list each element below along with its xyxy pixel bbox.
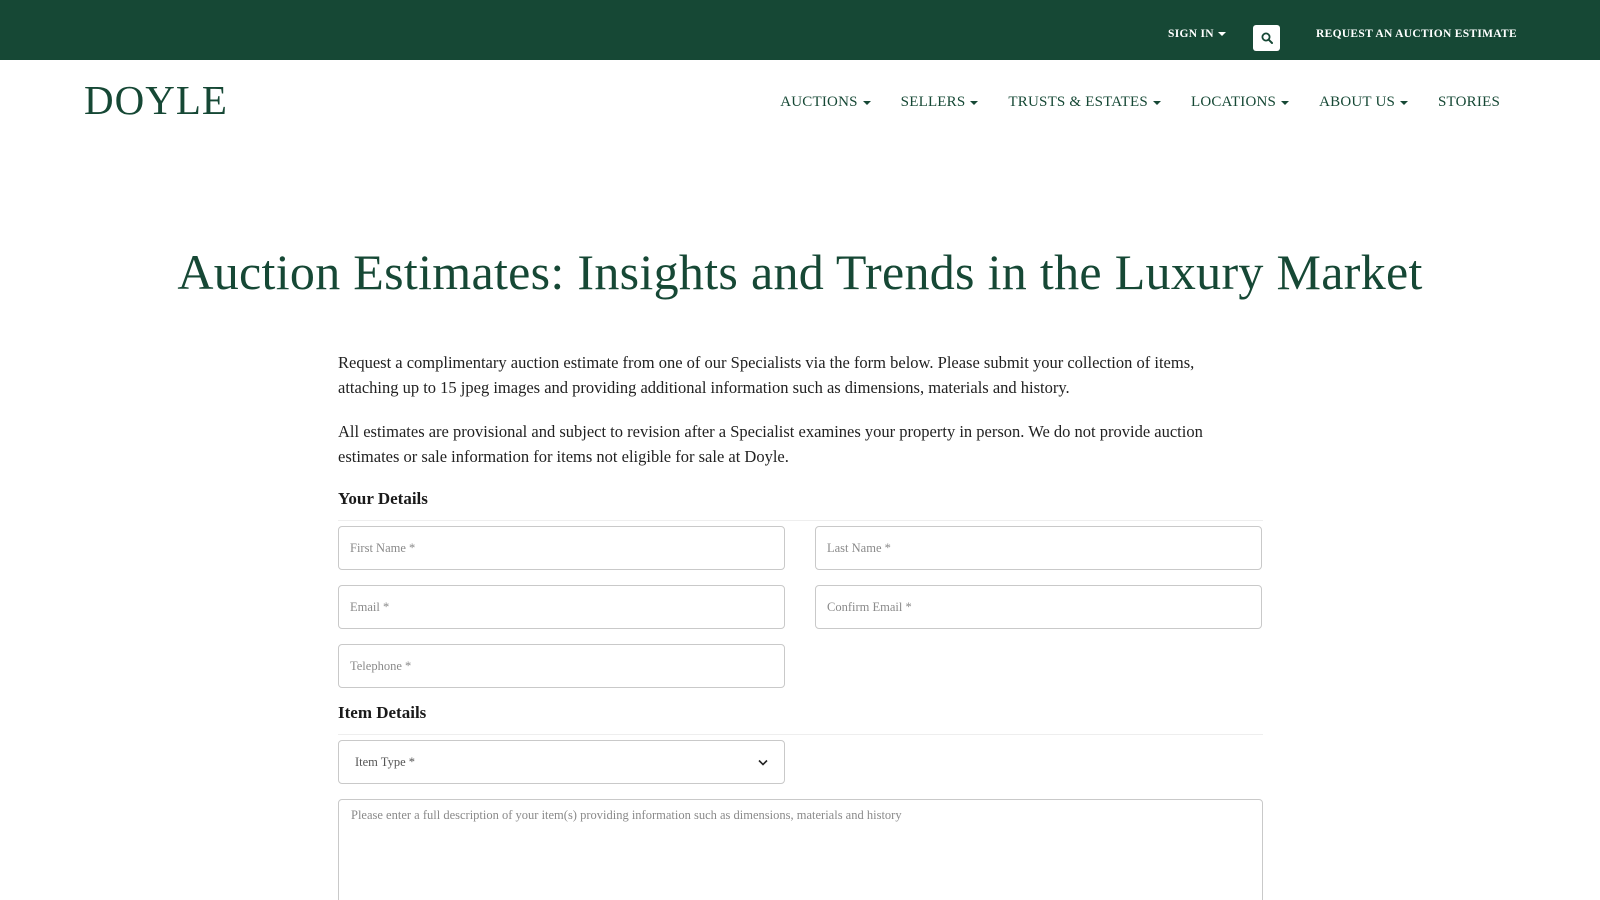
item-details-heading: Item Details (338, 703, 427, 722)
chevron-down-icon (970, 100, 979, 105)
nav-stories[interactable]: STORIES (1438, 94, 1500, 111)
main-navigation: AUCTIONS SELLERS TRUSTS & ESTATES LOCATI… (780, 94, 1500, 111)
your-details-heading: Your Details (338, 489, 428, 508)
chevron-down-icon (758, 759, 768, 766)
chevron-down-icon (1281, 100, 1290, 105)
first-name-input[interactable] (338, 526, 785, 570)
sign-in-dropdown[interactable]: SIGN IN (1168, 28, 1226, 40)
doyle-logo[interactable]: DOYLE (84, 78, 228, 122)
email-input[interactable] (338, 585, 785, 629)
nav-sellers-label: SELLERS (900, 94, 966, 110)
nav-locations[interactable]: LOCATIONS (1190, 94, 1290, 111)
nav-locations-label: LOCATIONS (1190, 94, 1277, 110)
item-type-selected-value: Item Type * (355, 754, 415, 769)
nav-sellers[interactable]: SELLERS (901, 94, 979, 111)
intro-paragraph: Request a complimentary auction estimate… (338, 353, 1195, 397)
nav-trusts-estates[interactable]: TRUSTS & ESTATES (1008, 94, 1161, 111)
nav-about-us[interactable]: ABOUT US (1319, 94, 1409, 111)
last-name-input[interactable] (815, 526, 1262, 570)
telephone-input[interactable] (338, 644, 785, 688)
nav-stories-label: STORIES (1438, 94, 1500, 110)
confirm-email-input[interactable] (815, 585, 1262, 629)
page-title: Auction Estimates: Insights and Trends i… (177, 244, 1423, 300)
divider (338, 520, 1263, 521)
item-type-select[interactable]: Item Type * (338, 740, 785, 784)
chevron-down-icon (862, 100, 871, 105)
chevron-down-icon (1152, 100, 1161, 105)
nav-auctions-label: AUCTIONS (780, 94, 858, 110)
chevron-down-icon (1400, 100, 1409, 105)
sign-in-label: SIGN IN (1168, 28, 1214, 40)
disclaimer-paragraph: All estimates are provisional and subjec… (338, 422, 1203, 466)
nav-auctions[interactable]: AUCTIONS (780, 94, 871, 111)
item-description-textarea[interactable] (338, 799, 1263, 900)
request-estimate-link[interactable]: REQUEST AN AUCTION ESTIMATE (1316, 28, 1517, 40)
chevron-down-icon (1217, 32, 1226, 36)
divider (338, 734, 1263, 735)
search-icon (1261, 32, 1273, 44)
nav-about-us-label: ABOUT US (1319, 94, 1396, 110)
nav-trusts-estates-label: TRUSTS & ESTATES (1008, 94, 1148, 110)
top-utility-bar: SIGN IN REQUEST AN AUCTION ESTIMATE (0, 0, 1600, 60)
search-button[interactable] (1253, 25, 1280, 51)
